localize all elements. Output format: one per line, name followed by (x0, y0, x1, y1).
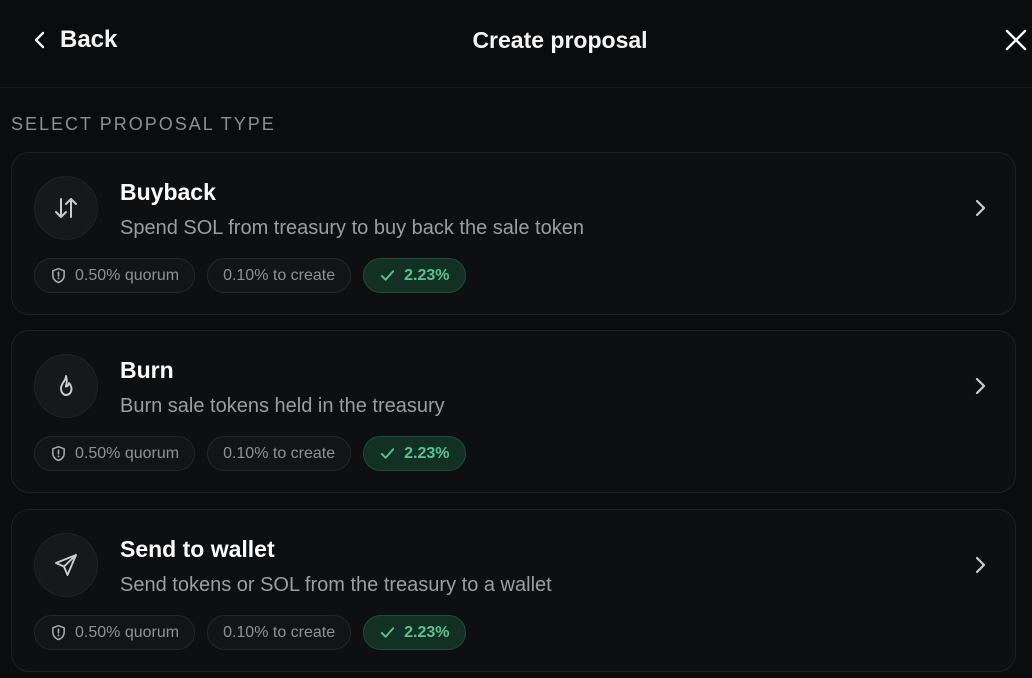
proposal-icon-wrap (34, 533, 98, 597)
requirement-chips: 0.50% quorum 0.10% to create 2.23% (34, 436, 466, 471)
quorum-text: 0.50% quorum (75, 623, 180, 641)
close-icon (1005, 29, 1027, 51)
holding-text: 2.23% (404, 623, 450, 641)
create-threshold-text: 0.10% to create (223, 266, 336, 284)
create-threshold-badge: 0.10% to create (207, 436, 352, 471)
page-title: Create proposal (472, 27, 648, 53)
proposal-icon-wrap (34, 176, 98, 240)
proposal-card-buyback[interactable]: Buyback Spend SOL from treasury to buy b… (11, 152, 1016, 315)
quorum-text: 0.50% quorum (75, 444, 180, 462)
create-threshold-badge: 0.10% to create (207, 615, 352, 650)
proposal-title: Buyback (120, 179, 216, 205)
holding-status-badge: 2.23% (363, 258, 466, 293)
holding-status-badge: 2.23% (363, 615, 466, 650)
proposal-card-burn[interactable]: Burn Burn sale tokens held in the treasu… (11, 330, 1016, 493)
holding-text: 2.23% (404, 444, 450, 462)
shield-alert-icon (52, 267, 65, 284)
create-threshold-text: 0.10% to create (223, 623, 336, 641)
requirement-chips: 0.50% quorum 0.10% to create 2.23% (34, 258, 466, 293)
proposal-card-send-to-wallet[interactable]: Send to wallet Send tokens or SOL from t… (11, 509, 1016, 672)
flame-icon (60, 375, 73, 396)
check-icon (381, 448, 395, 459)
chevron-right-icon (975, 199, 986, 217)
proposal-description: Send tokens or SOL from the treasury to … (120, 574, 552, 596)
send-icon (55, 554, 77, 576)
proposal-description: Spend SOL from treasury to buy back the … (120, 217, 584, 239)
quorum-badge: 0.50% quorum (34, 436, 196, 471)
quorum-badge: 0.50% quorum (34, 615, 196, 650)
swap-vertical-icon (55, 198, 77, 218)
section-label: SELECT PROPOSAL TYPE (11, 114, 276, 134)
quorum-badge: 0.50% quorum (34, 258, 196, 293)
proposal-icon-wrap (34, 354, 98, 418)
shield-alert-icon (52, 624, 65, 641)
back-button[interactable]: Back (30, 22, 117, 58)
holding-status-badge: 2.23% (363, 436, 466, 471)
chevron-left-icon (34, 31, 45, 49)
back-label: Back (60, 26, 118, 53)
chevron-right-icon (975, 556, 986, 574)
create-threshold-text: 0.10% to create (223, 444, 336, 462)
holding-text: 2.23% (404, 266, 450, 284)
create-threshold-badge: 0.10% to create (207, 258, 352, 293)
check-icon (381, 627, 395, 638)
proposal-title: Burn (120, 357, 174, 383)
close-button[interactable] (1003, 27, 1029, 53)
top-bar: Back Create proposal (0, 0, 1032, 88)
proposal-title: Send to wallet (120, 536, 275, 562)
proposal-description: Burn sale tokens held in the treasury (120, 395, 445, 417)
requirement-chips: 0.50% quorum 0.10% to create 2.23% (34, 615, 466, 650)
shield-alert-icon (52, 445, 65, 462)
check-icon (381, 270, 395, 281)
quorum-text: 0.50% quorum (75, 266, 180, 284)
chevron-right-icon (975, 377, 986, 395)
